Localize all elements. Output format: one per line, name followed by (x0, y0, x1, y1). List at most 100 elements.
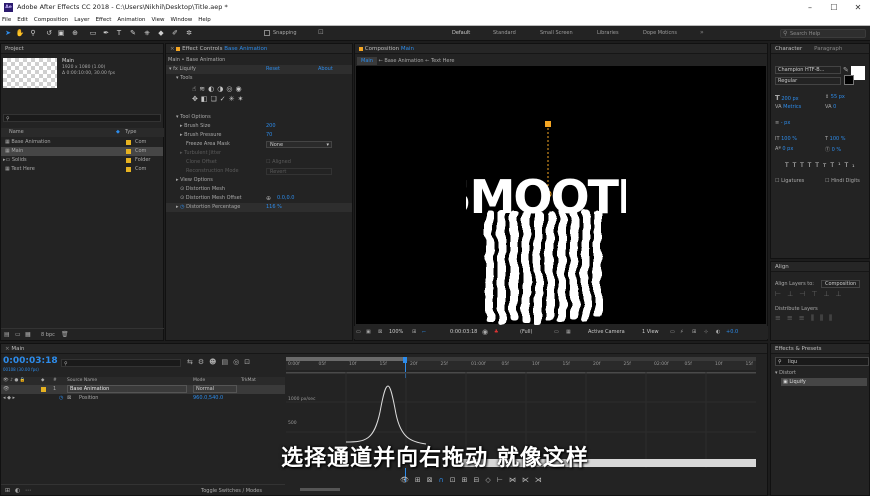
selection-tool-icon[interactable]: ➤ (3, 28, 13, 38)
zoom-slider[interactable] (300, 488, 340, 491)
menu-edit[interactable]: Edit (17, 15, 28, 25)
fast-preview-icon[interactable]: ⚡ (680, 326, 684, 339)
vertical-scale-field[interactable]: IT 100 % (775, 136, 797, 142)
ease-out-icon[interactable]: ⋊ (535, 476, 548, 484)
stroke-color-swatch[interactable] (844, 75, 854, 85)
align-vcenter-icon[interactable]: ⊥ (823, 290, 835, 298)
timeline-property-row[interactable]: ◂ ◆ ▸ ◷ ⊠ Position 960.0,540.0 (1, 394, 285, 403)
toggle-switches-modes[interactable]: Toggle Switches / Modes (201, 488, 262, 494)
camera-tool-icon[interactable]: ▣ (56, 28, 66, 38)
graph-type-icon[interactable]: ⊞ (415, 476, 427, 484)
workspace-standard[interactable]: Standard (493, 30, 516, 36)
show-reference-icon[interactable]: ⊠ (427, 476, 439, 484)
paragraph-tab[interactable]: Paragraph (814, 46, 842, 52)
align-hcenter-icon[interactable]: ⊥ (787, 290, 799, 298)
project-tab[interactable]: Project (5, 46, 24, 52)
reconstruction-dropdown[interactable]: Revert (266, 168, 332, 175)
effect-row-liquify[interactable]: ▾ fx Liquify Reset About (166, 65, 352, 74)
expand-icon[interactable]: ▾ (166, 66, 172, 72)
reset-link[interactable]: Reset (266, 65, 280, 74)
distribute-buttons[interactable]: ≡≡≡⫼⫼⫼ (775, 314, 838, 323)
grid-icon[interactable]: ⊞ (412, 326, 416, 339)
close-button[interactable]: ✕ (846, 0, 870, 15)
tsume-field[interactable]: Ⓣ 0 % (825, 146, 841, 153)
keyframe-nav-icon[interactable]: ◂ ◆ ▸ (1, 395, 15, 401)
motion-blur-icon[interactable]: ◎ (233, 358, 244, 366)
ligatures-checkbox[interactable]: ☐ Ligatures (775, 178, 804, 184)
faux-italic-icon[interactable]: T (793, 162, 801, 169)
distribute-bottom-icon[interactable]: ≡ (799, 314, 811, 322)
leading-field[interactable]: ⇕ 55 px (825, 94, 845, 100)
distribute-vcenter-icon[interactable]: ≡ (787, 314, 799, 322)
prop-value[interactable]: 70 (266, 131, 272, 140)
distribute-left-icon[interactable]: ⫼ (811, 314, 820, 322)
aligned-checkbox[interactable]: ☐ Aligned (266, 158, 291, 167)
col-name[interactable]: Name (9, 128, 24, 137)
font-style-dropdown[interactable]: Regular (775, 77, 841, 85)
align-top-icon[interactable]: ⊤ (811, 290, 823, 298)
bpc-label[interactable]: 8 bpc (41, 332, 55, 338)
distribute-hcenter-icon[interactable]: ⫼ (820, 314, 829, 322)
anchor-keyframe[interactable] (545, 121, 551, 127)
work-area-range[interactable] (286, 357, 406, 361)
roto-brush-tool-icon[interactable]: ✐ (170, 28, 180, 38)
layer-mode-dropdown[interactable]: Normal (193, 385, 237, 393)
workspace-libraries[interactable]: Libraries (597, 30, 619, 36)
fx-icon[interactable]: fx (173, 66, 178, 72)
menu-layer[interactable]: Layer (74, 15, 89, 25)
viewer-timecode[interactable]: 0:00:03:18 (450, 326, 477, 339)
snapshot-icon[interactable]: ⊠ (378, 326, 382, 339)
rectangle-tool-icon[interactable]: ▭ (88, 28, 98, 38)
camera-dropdown[interactable]: Active Camera (588, 326, 625, 339)
menu-view[interactable]: View (151, 15, 164, 25)
workspace-dope-motions[interactable]: Dope Moticns (643, 30, 677, 36)
tracking-field[interactable]: VA 0 (825, 104, 836, 110)
close-icon[interactable]: × (5, 346, 10, 352)
all-caps-icon[interactable]: TT (800, 162, 815, 169)
puppet-tool-icon[interactable]: ✲ (184, 28, 194, 38)
layer-name[interactable]: Base Animation (67, 385, 187, 393)
menu-composition[interactable]: Composition (34, 15, 68, 25)
label-column-icon[interactable]: ◆ (116, 128, 120, 137)
shift-pixels-tool-icon[interactable]: ✥ (192, 95, 201, 103)
effect-controls-layer[interactable]: Base Animation (224, 46, 267, 52)
character-tab[interactable]: Character (775, 46, 802, 52)
align-bottom-icon[interactable]: ⊥ (836, 290, 848, 298)
channel-icon[interactable]: ♣ (494, 326, 498, 339)
superscript-icon[interactable]: T¹ (830, 162, 844, 169)
exposure-value[interactable]: +0.0 (726, 326, 738, 339)
turbulence-tool-icon[interactable]: ≋ (199, 85, 208, 93)
font-family-dropdown[interactable]: Champion HTF-B... (775, 66, 841, 74)
graph-editor-toolbar[interactable]: 👁⊞⊠∩⊡⊞⊟◇⊢⋈⋉⋊ (400, 476, 548, 484)
label-column-icon[interactable]: ◆ (41, 377, 44, 385)
workspace-default[interactable]: Default (452, 30, 470, 36)
show-properties-icon[interactable]: 👁 (400, 476, 415, 484)
timeline-search-input[interactable]: ⚲ (61, 359, 181, 367)
effects-category[interactable]: ▾ Distort (775, 370, 796, 376)
edit-keyframe-icon[interactable]: ◇ (485, 476, 496, 484)
align-buttons[interactable]: ⊢⊥⊣⊤⊥⊥ (775, 290, 848, 298)
pan-behind-tool-icon[interactable]: ⊕ (70, 28, 80, 38)
monitor-icon[interactable]: ▣ (366, 326, 371, 339)
smooth-artwork[interactable]: SMOOTH (466, 165, 626, 325)
reconstruction-tool-icon[interactable]: ✓ (220, 95, 229, 103)
stroke-width-field[interactable]: ≡ - px (775, 120, 790, 126)
graph-editor-icon[interactable]: ⊡ (244, 358, 255, 366)
frame-blending-icon[interactable]: ▤ (221, 358, 233, 366)
menu-animation[interactable]: Animation (117, 15, 145, 25)
prop-brush-size[interactable]: ▸ Brush Size 200 (180, 122, 350, 131)
font-size-field[interactable]: T 200 px (775, 94, 799, 102)
align-tab[interactable]: Align (775, 264, 789, 270)
view-options-group[interactable]: ▸ View Options (176, 176, 213, 185)
fit-selection-icon[interactable]: ⊡ (450, 476, 462, 484)
text-style-buttons[interactable]: TTTTTᴛT¹T₁ (785, 162, 859, 169)
breadcrumb-base-animation[interactable]: Base Animation (384, 58, 423, 64)
ease-in-icon[interactable]: ⋉ (522, 476, 535, 484)
hand-tool-icon[interactable]: ✋ (15, 28, 25, 38)
composition-name[interactable]: Main (401, 46, 414, 52)
prop-distortion-mesh-offset[interactable]: ⊙ Distortion Mesh Offset ⊕ 0.0,0.0 (180, 194, 350, 203)
convert-hold-icon[interactable]: ⊢ (497, 476, 509, 484)
view-layout-dropdown[interactable]: 1 View (642, 326, 659, 339)
clone-tool-icon[interactable]: ❏ (211, 95, 220, 103)
timeline-layer-row[interactable]: 👁 1 Base Animation Normal (1, 385, 285, 394)
